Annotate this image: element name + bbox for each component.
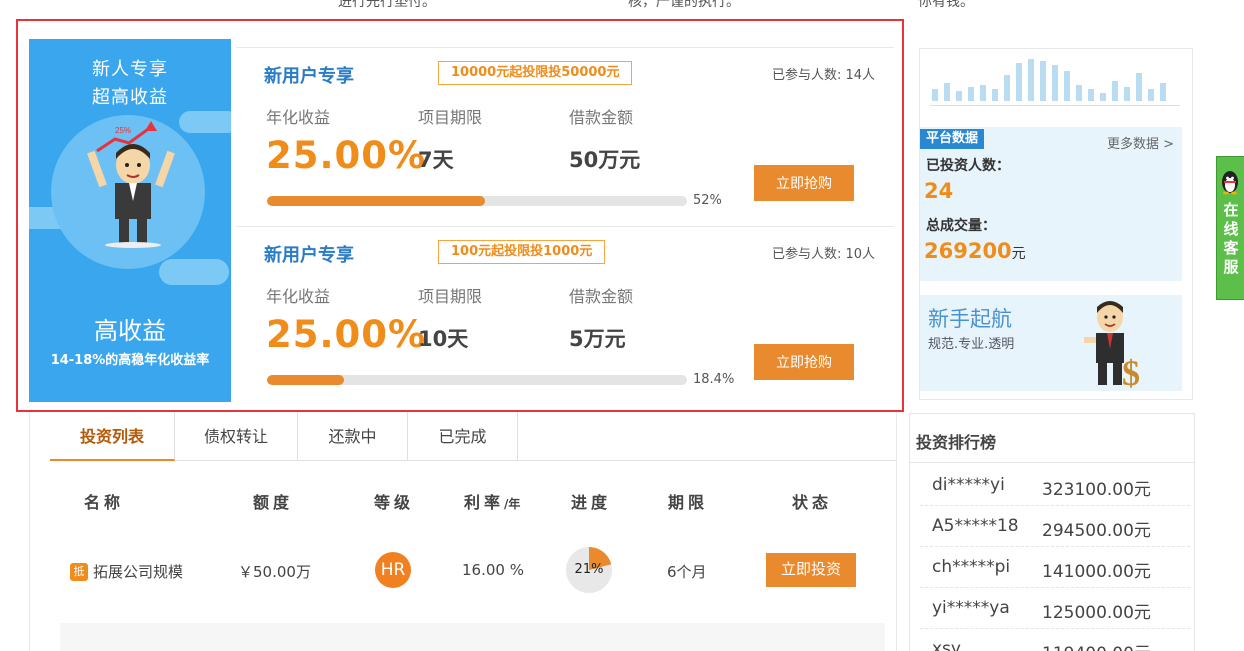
investors-label: 已投资人数： [926, 158, 1010, 174]
header-rate-label: 利率 [464, 493, 505, 512]
decor-bar [1004, 75, 1010, 101]
volume-value-wrap: 269200元 [924, 239, 1026, 263]
online-service-button[interactable]: 在线客服 [1216, 156, 1244, 300]
decor-bar [932, 89, 938, 101]
header-term: 期限 [668, 493, 709, 512]
decor-bar [1112, 81, 1118, 101]
stat-box: 平台数据 更多数据 > 已投资人数： 24 总成交量： 269200元 [920, 127, 1182, 281]
decor-bar [1076, 85, 1082, 101]
decor-bar [1052, 65, 1058, 101]
header-progress: 进度 [571, 493, 612, 512]
top-cut-text-3: 你有钱。 [918, 0, 974, 10]
top-cut-text-2: 核，严谨的执行。 [628, 0, 740, 10]
decor-bar [1148, 89, 1154, 101]
ranking-row: A5*****18 294500.00元 [920, 506, 1190, 547]
ranking-amount: 119400.00元 [1042, 639, 1151, 651]
mortgage-icon: 抵 [70, 563, 88, 581]
decor-bar [1160, 83, 1166, 101]
ranking-amount: 294500.00元 [1042, 521, 1151, 541]
ranking-user: A5*****18 [932, 516, 1019, 536]
investors-value: 24 [924, 179, 954, 203]
volume-value: 269200 [924, 239, 1012, 263]
table-row [60, 623, 885, 651]
decor-bar [944, 83, 950, 101]
loan-name[interactable]: 拓展公司规模 [93, 561, 183, 582]
ranking-row: ch*****pi 141000.00元 [920, 547, 1190, 588]
ranking-user: yi*****ya [932, 598, 1010, 618]
decor-bar [992, 89, 998, 101]
decor-bar [1016, 63, 1022, 101]
header-name: 名称 [84, 493, 125, 512]
platform-stats-panel: 平台数据 更多数据 > 已投资人数： 24 总成交量： 269200元 新手起航… [919, 48, 1193, 400]
svg-text:$: $ [1122, 353, 1140, 391]
header-amount: 额度 [253, 493, 294, 512]
tab-investment-list[interactable]: 投资列表 [50, 412, 175, 461]
decor-bar [1136, 73, 1142, 101]
header-rate: 利率/年 [464, 489, 520, 513]
qq-penguin-icon [1222, 171, 1238, 195]
ranking-row: xsy 119400.00元 [920, 629, 1190, 651]
decor-bar [980, 85, 986, 101]
ranking-user: xsy [932, 639, 961, 651]
selection-highlight [16, 19, 904, 412]
loan-rate: 16.00 % [462, 561, 524, 579]
grade-badge: HR [375, 552, 411, 588]
volume-unit: 元 [1011, 246, 1026, 262]
ranking-row: yi*****ya 125000.00元 [920, 588, 1190, 629]
more-data-link[interactable]: 更多数据 > [1107, 133, 1174, 152]
tab-repaying[interactable]: 还款中 [298, 412, 408, 461]
decor-bar [1100, 93, 1106, 101]
progress-pie-label: 21% [574, 562, 604, 577]
platform-data-tag: 平台数据 [920, 129, 985, 149]
header-rate-unit: /年 [504, 497, 521, 511]
volume-label: 总成交量： [926, 218, 996, 234]
novice-banner[interactable]: 新手起航 规范.专业.透明 $ [920, 295, 1182, 391]
novice-title: 新手起航 [928, 307, 1012, 331]
businessman-dollar-icon: $ [1084, 301, 1140, 391]
investment-tabs: 投资列表 债权转让 还款中 已完成 [50, 412, 896, 461]
ranking-title: 投资排行榜 [916, 433, 997, 452]
online-service-label: 在线客服 [1223, 201, 1239, 276]
header-status: 状态 [792, 493, 833, 512]
ranking-row: di*****yi 323100.00元 [920, 465, 1190, 506]
decor-bar [1028, 59, 1034, 101]
ranking-header: 投资排行榜 [910, 414, 1194, 463]
investment-ranking-panel: 投资排行榜 di*****yi 323100.00元 A5*****18 294… [909, 413, 1195, 651]
ranking-amount: 323100.00元 [1042, 480, 1151, 500]
tab-completed[interactable]: 已完成 [408, 412, 518, 461]
tab-debt-transfer[interactable]: 债权转让 [175, 412, 298, 461]
decor-chart-baseline [930, 105, 1180, 106]
ranking-user: ch*****pi [932, 557, 1011, 577]
loan-amount: ￥50.00万 [238, 563, 311, 581]
loan-term: 6个月 [667, 563, 707, 581]
novice-subtitle: 规范.专业.透明 [928, 337, 1015, 352]
decor-bar [1064, 71, 1070, 101]
decor-bar [1040, 61, 1046, 101]
ranking-amount: 125000.00元 [1042, 603, 1151, 623]
top-cut-text-1: 进行先行垫付。 [338, 0, 436, 10]
decor-bar [956, 91, 962, 101]
ranking-amount: 141000.00元 [1042, 562, 1151, 582]
invest-now-button[interactable]: 立即投资 [766, 553, 856, 587]
ranking-user: di*****yi [932, 475, 1005, 495]
decor-bar [1088, 89, 1094, 101]
header-grade: 等级 [374, 493, 415, 512]
decor-bar [968, 87, 974, 101]
decor-bar [1124, 87, 1130, 101]
decor-bar-chart [930, 59, 1180, 101]
